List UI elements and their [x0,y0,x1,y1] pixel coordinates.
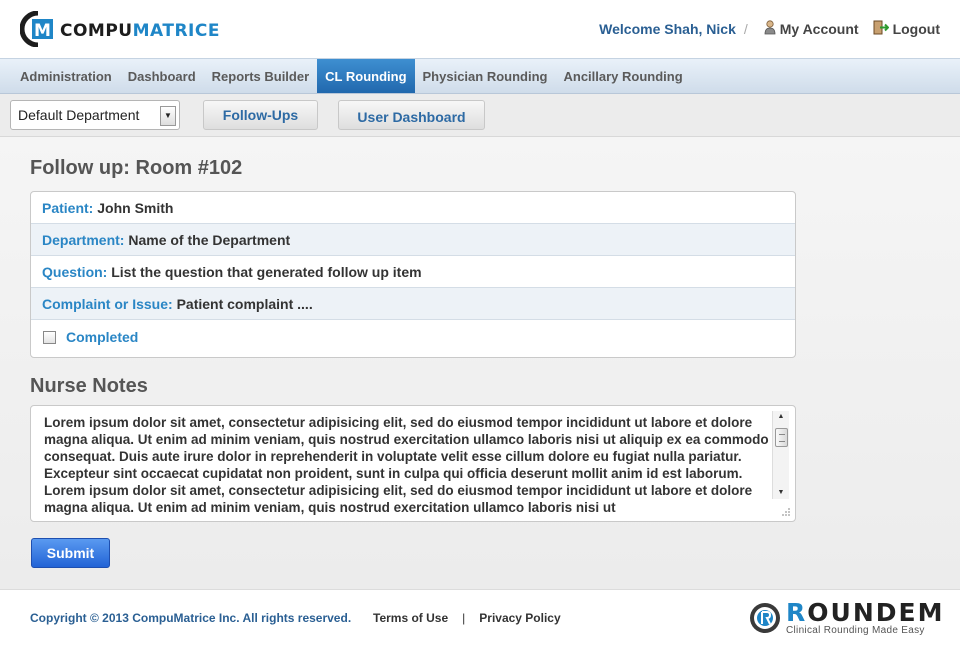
complaint-value: Patient complaint .... [176,296,313,312]
scroll-thumb[interactable] [775,428,788,447]
welcome-user: Welcome Shah, Nick [599,21,736,37]
roundem-tagline: Clinical Rounding Made Easy [786,625,925,636]
scroll-up-icon[interactable]: ▲ [773,411,789,423]
department-select-value: Default Department [18,107,140,123]
chevron-down-icon[interactable]: ▼ [160,106,176,126]
nurse-notes-textarea[interactable]: Lorem ipsum dolor sit amet, consectetur … [30,405,796,522]
footer-divider: | [462,611,466,625]
roundem-logo-icon [750,603,780,633]
complaint-row: Complaint or Issue: Patient complaint ..… [31,288,795,320]
nav-item-physician-rounding[interactable]: Physician Rounding [415,59,556,93]
footer: Copyright © 2013 CompuMatrice Inc. All r… [0,589,960,648]
sub-toolbar: Default Department ▼ Follow-Ups User Das… [0,94,960,137]
patient-value: John Smith [97,200,174,216]
resize-handle-icon[interactable] [781,507,791,517]
roundem-wordmark: ROUNDEM [786,598,945,627]
privacy-link[interactable]: Privacy Policy [479,611,560,625]
followups-button[interactable]: Follow-Ups [203,100,318,130]
page-title: Follow up: Room #102 [30,157,243,179]
nurse-notes-text[interactable]: Lorem ipsum dolor sit amet, consectetur … [44,414,769,518]
completed-label[interactable]: Completed [66,320,138,354]
compumatrice-logo-icon: M [20,11,53,47]
nav-item-ancillary-rounding[interactable]: Ancillary Rounding [555,59,690,93]
completed-checkbox[interactable] [43,330,56,344]
main-nav: Administration Dashboard Reports Builder CL… [0,58,960,94]
department-select[interactable]: Default Department ▼ [10,100,180,130]
nav-item-reports-builder[interactable]: Reports Builder [204,59,318,93]
footer-links: Terms of Use | Privacy Policy [373,611,561,625]
nurse-notes-heading: Nurse Notes [30,375,148,397]
roundem-logo: ROUNDEM Clinical Rounding Made Easy [748,598,942,642]
header: M COMPUMATRICE Welcome Shah, Nick / My A… [0,0,960,58]
submit-button[interactable]: Submit [31,538,110,568]
user-dashboard-button[interactable]: User Dashboard [338,100,485,130]
top-links: Welcome Shah, Nick / My Account Logout [599,20,940,38]
logout-link[interactable]: Logout [873,20,940,38]
terms-link[interactable]: Terms of Use [373,611,448,625]
svg-text:M: M [34,21,51,41]
complaint-label: Complaint or Issue: [42,296,173,312]
completed-row: Completed [31,320,795,354]
followup-details: Patient: John Smith Department: Name of … [30,191,796,358]
department-label: Department: [42,232,125,248]
scroll-down-icon[interactable]: ▼ [773,487,789,499]
user-icon [764,20,776,38]
logout-label: Logout [892,21,940,37]
question-value: List the question that generated follow … [111,264,422,280]
welcome-separator: / [743,21,748,37]
copyright-text: Copyright © 2013 CompuMatrice Inc. All r… [30,611,352,625]
my-account-label: My Account [779,21,859,37]
nav-item-administration[interactable]: Administration [12,59,120,93]
nav-item-cl-rounding[interactable]: CL Rounding [317,59,415,93]
question-label: Question: [42,264,108,280]
brand-name: COMPUMATRICE [60,21,220,41]
question-row: Question: List the question that generat… [31,256,795,288]
nav-item-dashboard[interactable]: Dashboard [120,59,204,93]
department-row: Department: Name of the Department [31,224,795,256]
department-value: Name of the Department [128,232,291,248]
logout-icon [873,20,889,38]
main-content: Follow up: Room #102 Patient: John Smith… [0,137,960,589]
my-account-link[interactable]: My Account [764,20,859,38]
patient-label: Patient: [42,200,94,216]
patient-row: Patient: John Smith [31,192,795,224]
compumatrice-logo[interactable]: M COMPUMATRICE [20,11,220,47]
notes-scrollbar[interactable]: ▲ ▼ [772,411,789,499]
